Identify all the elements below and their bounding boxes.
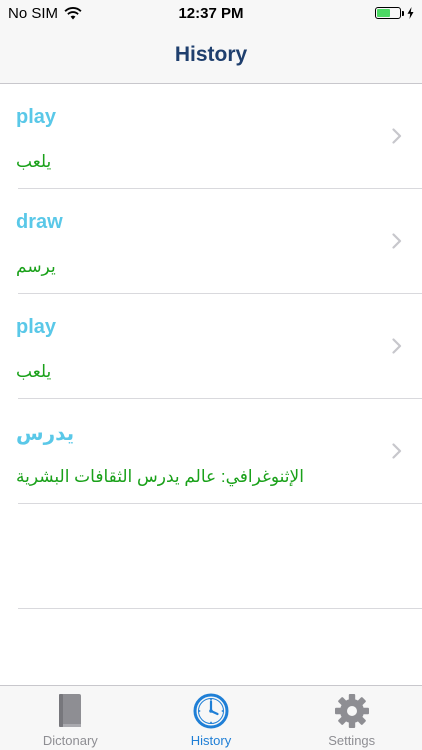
tab-label: Settings [328, 733, 376, 748]
chevron-right-icon [392, 128, 402, 144]
status-bar: No SIM 12:37 PM [0, 0, 422, 30]
history-row[interactable]: يدرس الإثنوغرافي: عالم يدرس الثقافات الب… [0, 399, 422, 504]
tab-label: History [190, 733, 232, 748]
battery-icon [375, 7, 401, 19]
battery-indicator [375, 7, 414, 19]
history-meaning: يرسم [16, 257, 56, 276]
chevron-right-icon [392, 443, 402, 459]
history-word: يدرس [16, 423, 75, 445]
navigation-bar: History [0, 30, 422, 84]
tab-label: Dictonary [42, 733, 98, 748]
history-screen: No SIM 12:37 PM History play يلعب draw ي… [0, 0, 422, 750]
status-time: 12:37 PM [178, 5, 244, 22]
history-word: play [16, 106, 57, 128]
charging-icon [407, 7, 414, 19]
tab-settings[interactable]: Settings [281, 686, 422, 750]
battery-tip [402, 10, 404, 16]
history-row[interactable]: draw يرسم [0, 189, 422, 294]
book-icon [59, 694, 82, 727]
history-list: play يلعب draw يرسم play يلعب يدرس الإثن… [0, 84, 422, 609]
tab-bar: Dictonary History Settings [0, 685, 422, 750]
chevron-right-icon [392, 233, 402, 249]
history-meaning: الإثنوغرافي: عالم يدرس الثقافات البشرية [16, 467, 304, 486]
battery-fill [377, 9, 390, 17]
history-row[interactable]: play يلعب [0, 84, 422, 189]
tab-dictionary[interactable]: Dictonary [0, 686, 141, 750]
page-title: History [174, 43, 248, 66]
empty-row [0, 504, 422, 609]
history-row[interactable]: play يلعب [0, 294, 422, 399]
chevron-right-icon [392, 338, 402, 354]
clock-icon [193, 693, 229, 729]
history-meaning: يلعب [16, 362, 52, 381]
tab-history[interactable]: History [141, 686, 282, 750]
history-word: draw [16, 211, 63, 233]
history-word: play [16, 316, 57, 338]
gear-icon [334, 694, 369, 728]
history-meaning: يلعب [16, 152, 52, 171]
